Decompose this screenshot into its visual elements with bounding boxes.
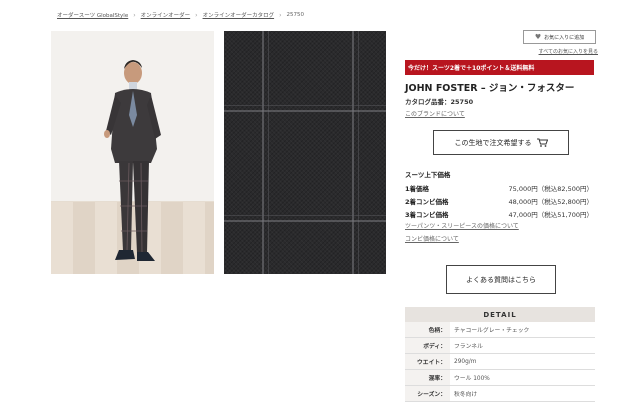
chevron-right-icon: › — [195, 11, 198, 19]
chevron-right-icon: › — [279, 11, 282, 19]
price-label: 3着コンビ価格 — [405, 210, 449, 219]
detail-table: DETAIL 色柄： チャコールグレー・チェック ボディ： フランネル ウエイト… — [405, 307, 595, 402]
detail-row: 色柄： チャコールグレー・チェック — [405, 322, 595, 338]
fabric-swatch-image[interactable] — [224, 31, 386, 274]
chevron-right-icon: › — [133, 11, 136, 19]
detail-value: チャコールグレー・チェック — [454, 328, 530, 334]
detail-label: ボディ： — [405, 338, 450, 353]
model-photo[interactable] — [51, 31, 214, 274]
detail-label: ウエイト： — [405, 354, 450, 369]
detail-value: 秋冬向け — [454, 392, 478, 398]
breadcrumb-current: 25750 — [286, 12, 304, 18]
price-table: 1着価格 75,000円（税込82,500円） 2着コンビ価格 48,000円（… — [405, 181, 593, 220]
breadcrumb-link-catalog[interactable]: オンラインオーダーカタログ — [203, 11, 275, 19]
price-value: 75,000円（税込82,500円） — [508, 184, 594, 193]
price-row: 1着価格 75,000円（税込82,500円） — [405, 181, 593, 194]
add-favorite-label: お気に入りに追加 — [544, 34, 585, 41]
price-row: 2着コンビ価格 48,000円（税込52,800円） — [405, 194, 593, 207]
detail-row: 混率： ウール 100% — [405, 370, 595, 386]
price-label: 1着価格 — [405, 184, 430, 193]
faq-button[interactable]: よくある質問はこちら — [446, 265, 556, 294]
product-title: JOHN FOSTER – ジョン・フォスター — [405, 83, 575, 94]
detail-label: シーズン： — [405, 386, 450, 401]
view-favorites-link[interactable]: すべてのお気に入りを見る — [539, 48, 598, 55]
price-value: 48,000円（税込52,800円） — [508, 197, 594, 206]
model-figure — [104, 60, 161, 261]
detail-row: ボディ： フランネル — [405, 338, 595, 354]
breadcrumb: オーダースーツ GlobalStyle › オンラインオーダー › オンラインオ… — [57, 11, 304, 20]
breadcrumb-link-online-order[interactable]: オンラインオーダー — [141, 11, 191, 19]
detail-label: 混率： — [405, 370, 450, 385]
detail-value: フランネル — [454, 344, 483, 350]
catalog-number: カタログ品番：25750 — [405, 98, 474, 106]
breadcrumb-link-home[interactable]: オーダースーツ GlobalStyle — [57, 11, 128, 19]
heart-icon: ♥ — [534, 33, 542, 41]
order-button-label: この生地で注文希望する — [454, 138, 532, 147]
detail-value: 290g/m — [454, 358, 477, 365]
price-heading: スーツ上下価格 — [405, 171, 451, 179]
price-value: 47,000円（税込51,700円） — [508, 210, 594, 219]
brand-info-link[interactable]: このブランドについて — [405, 109, 465, 118]
price-label: 2着コンビ価格 — [405, 197, 449, 206]
detail-label: 色柄： — [405, 322, 450, 337]
cart-icon — [536, 138, 548, 147]
detail-row: ウエイト： 290g/m — [405, 354, 595, 370]
price-row: 3着コンビ価格 47,000円（税込51,700円） — [405, 207, 593, 220]
two-pants-price-link[interactable]: ツーパンツ・スリーピースの価格について — [405, 221, 519, 230]
promo-banner: 今だけ！スーツ2着で＋10ポイント＆送料無料 — [405, 60, 594, 75]
detail-value: ウール 100% — [454, 376, 490, 382]
add-favorite-button[interactable]: ♥ お気に入りに追加 — [523, 30, 596, 44]
order-fabric-button[interactable]: この生地で注文希望する — [433, 130, 569, 155]
detail-heading: DETAIL — [405, 307, 595, 322]
combi-price-link[interactable]: コンビ価格について — [405, 234, 459, 243]
